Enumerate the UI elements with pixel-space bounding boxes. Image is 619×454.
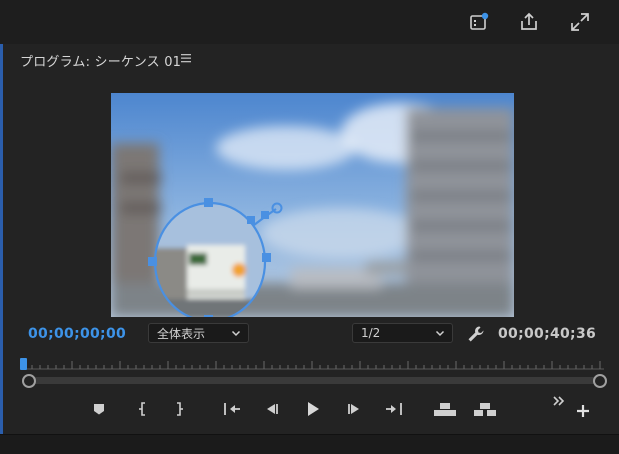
- zoom-level-dropdown[interactable]: 全体表示: [148, 323, 249, 343]
- play-button[interactable]: [301, 399, 325, 419]
- go-to-out-icon: [386, 403, 402, 415]
- add-marker-icon: [94, 404, 104, 415]
- extract-icon: [474, 403, 496, 416]
- program-video-frame[interactable]: [111, 93, 514, 317]
- zoom-scrollbar[interactable]: [27, 377, 599, 384]
- export-button[interactable]: [515, 8, 543, 36]
- current-timecode[interactable]: 00;00;00;00: [28, 326, 126, 342]
- wrench-icon: [468, 326, 484, 342]
- export-icon: [521, 12, 537, 30]
- time-ruler[interactable]: [20, 356, 604, 370]
- mark-out-icon: [177, 402, 183, 416]
- chevron-down-icon: [435, 330, 445, 337]
- step-back-icon: [267, 404, 278, 414]
- lift-button[interactable]: [432, 399, 458, 419]
- lift-icon: [434, 403, 456, 416]
- panel-menu-button[interactable]: [180, 52, 192, 66]
- button-editor-plus-icon: [577, 405, 589, 417]
- settings-button[interactable]: [466, 324, 486, 344]
- go-to-in-icon: [224, 403, 240, 415]
- go-to-out-button[interactable]: [382, 399, 406, 419]
- mark-in-button[interactable]: [131, 399, 155, 419]
- step-back-button[interactable]: [260, 399, 284, 419]
- playback-resolution-dropdown[interactable]: 1/2: [352, 323, 453, 343]
- step-forward-button[interactable]: [342, 399, 366, 419]
- more-controls-button[interactable]: [551, 394, 567, 408]
- fullscreen-icon: [571, 13, 589, 31]
- mark-in-icon: [139, 402, 145, 416]
- zoom-scroll-handle-left[interactable]: [22, 374, 36, 388]
- button-editor-button[interactable]: [573, 401, 593, 421]
- duration-timecode: 00;00;40;36: [498, 326, 597, 342]
- fullscreen-button[interactable]: [566, 8, 594, 36]
- mark-out-button[interactable]: [167, 399, 191, 419]
- chevron-down-icon: [231, 330, 241, 337]
- playback-resolution-value: 1/2: [361, 326, 381, 340]
- sequence-settings-button[interactable]: [465, 8, 493, 36]
- play-icon: [308, 402, 319, 416]
- playhead[interactable]: [20, 358, 27, 370]
- panel-focus-indicator: [0, 44, 3, 434]
- sequence-settings-icon: [470, 12, 489, 30]
- extract-button[interactable]: [472, 399, 498, 419]
- more-controls-icon: [553, 396, 565, 406]
- zoom-level-value: 全体表示: [157, 326, 206, 341]
- video-image: [111, 93, 514, 317]
- add-marker-button[interactable]: [87, 399, 111, 419]
- step-forward-icon: [348, 404, 359, 414]
- panel-title: プログラム: シーケンス 01: [20, 55, 182, 70]
- go-to-in-button[interactable]: [220, 399, 244, 419]
- hamburger-icon: [181, 54, 191, 63]
- panel-bottom-edge: [0, 434, 619, 454]
- zoom-scroll-handle-right[interactable]: [593, 374, 607, 388]
